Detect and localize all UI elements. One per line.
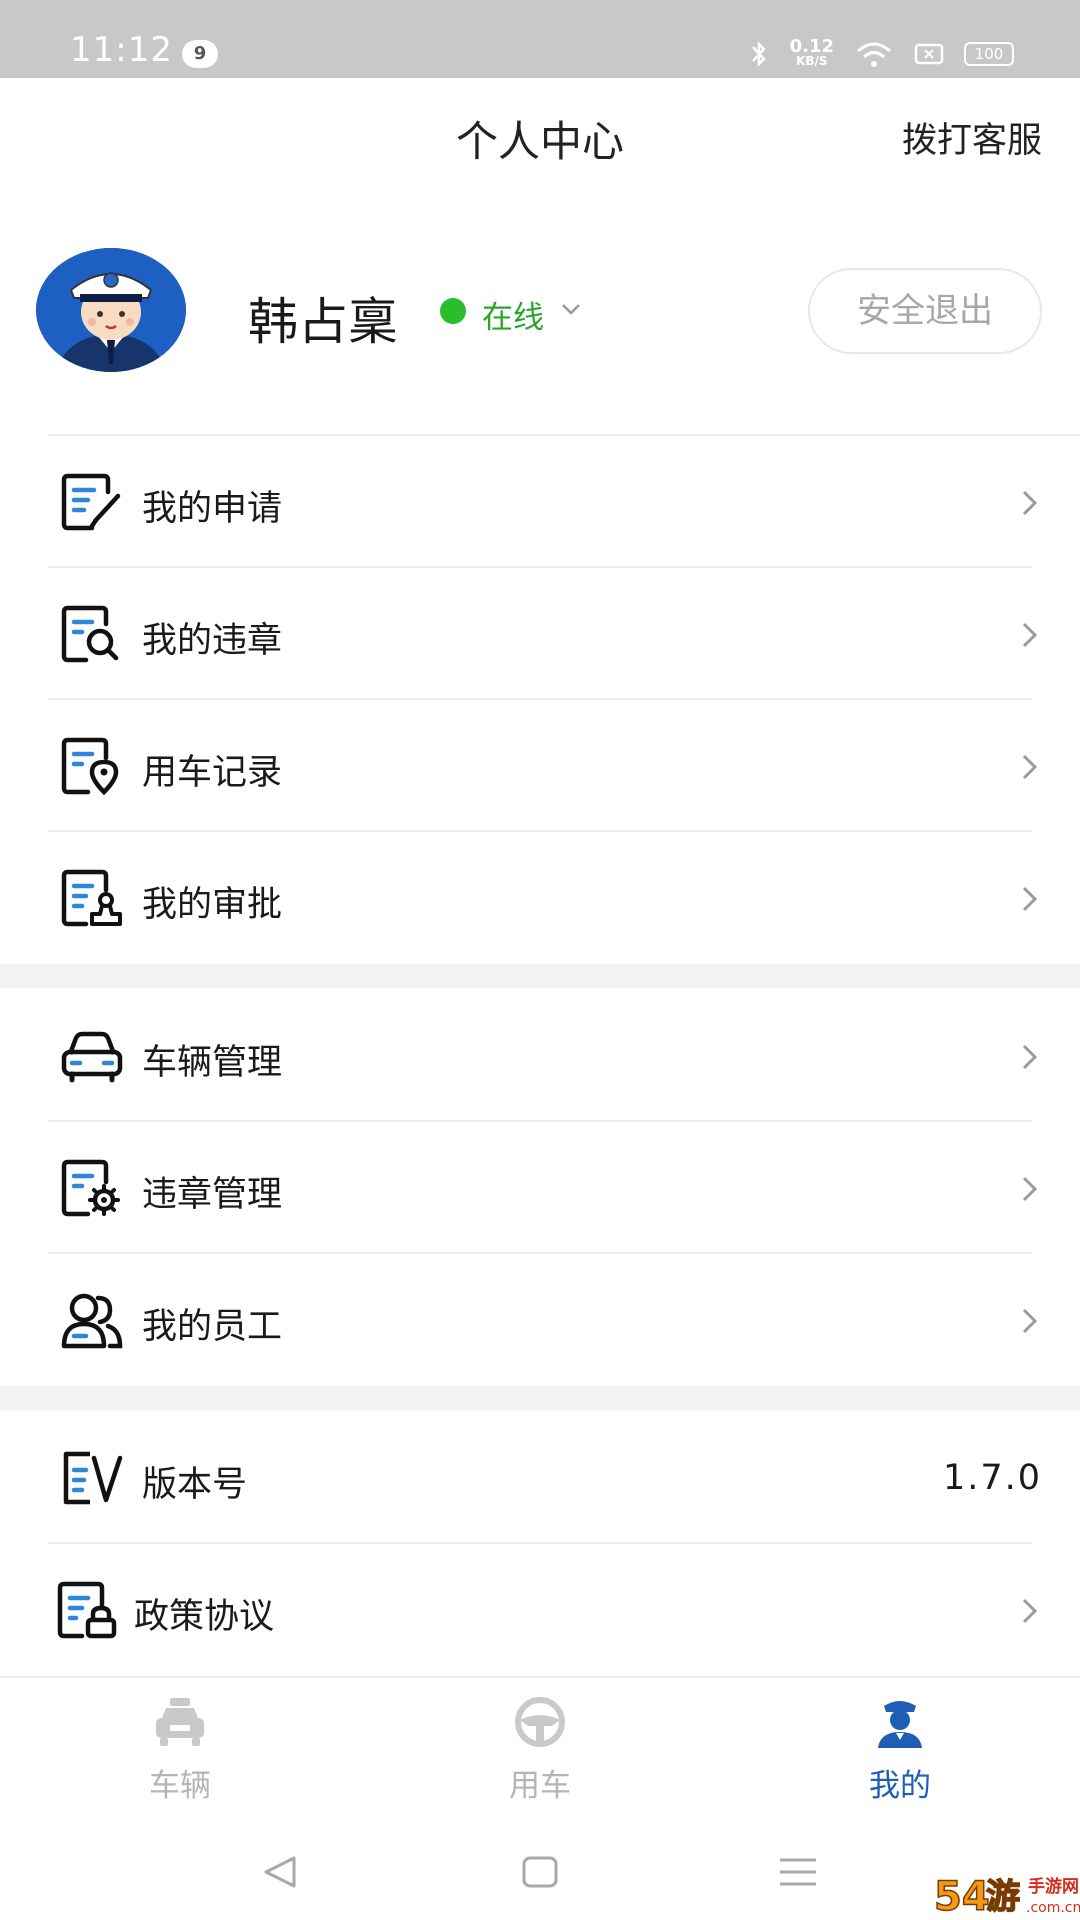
chevron-right-icon [1022, 622, 1038, 648]
menu-item-vehicle-management[interactable]: 车辆管理 [0, 990, 1080, 1122]
menu-item-label: 车辆管理 [142, 1043, 283, 1083]
section-gap [0, 1386, 1080, 1410]
battery-indicator: 100 [964, 42, 1014, 66]
notification-badge: 9 [182, 40, 218, 68]
tab-mine[interactable]: 我的 [720, 1678, 1080, 1818]
section-gap [0, 964, 1080, 988]
system-nav-bar [0, 1816, 1080, 1920]
police-avatar-icon [36, 248, 186, 372]
tab-use-vehicle[interactable]: 用车 [360, 1678, 720, 1818]
chevron-right-icon [1022, 1044, 1038, 1070]
steering-wheel-icon [515, 1697, 565, 1747]
chevron-right-icon [1022, 490, 1038, 516]
tab-label: 车辆 [149, 1768, 211, 1804]
menu-item-label: 违章管理 [142, 1175, 283, 1215]
chevron-right-icon [1022, 1308, 1038, 1334]
call-service-button[interactable]: 拨打客服 [902, 112, 1042, 163]
status-icons: 0.12 KB/S 100 [748, 32, 1014, 76]
net-speed: 0.12 KB/S [789, 36, 834, 69]
online-status-dot [440, 298, 466, 324]
menu-icon[interactable] [776, 1852, 820, 1892]
menu-item-version: 版本号 1.7.0 [0, 1412, 1080, 1544]
police-officer-icon [878, 1701, 922, 1748]
menu-item-my-applications[interactable]: 我的申请 [0, 436, 1080, 568]
svg-text:54: 54 [934, 1874, 990, 1920]
online-status-toggle[interactable]: 在线 [482, 292, 544, 337]
chevron-right-icon [1022, 754, 1038, 780]
edit-document-icon [61, 473, 121, 531]
svg-text:游: 游 [986, 1877, 1020, 1917]
menu-item-label: 政策协议 [134, 1597, 275, 1637]
tab-label: 我的 [869, 1768, 931, 1804]
chevron-right-icon [1022, 886, 1038, 912]
menu-item-label: 我的违章 [142, 621, 283, 661]
version-icon [63, 1451, 123, 1505]
svg-text:手游网: 手游网 [1028, 1876, 1079, 1897]
staff-icon [61, 1293, 123, 1349]
tab-vehicles[interactable]: 车辆 [0, 1678, 360, 1818]
bluetooth-icon [751, 40, 766, 68]
net-speed-unit: KB/S [796, 54, 828, 68]
svg-text:.com.cn: .com.cn [1026, 1900, 1080, 1916]
menu-item-my-approvals[interactable]: 我的审批 [0, 832, 1080, 964]
document-gear-icon [61, 1159, 120, 1217]
menu-item-label: 我的员工 [142, 1307, 283, 1347]
home-icon[interactable] [518, 1852, 562, 1892]
menu-item-my-violations[interactable]: 我的违章 [0, 568, 1080, 700]
document-location-icon [61, 737, 119, 796]
version-number: 1.7.0 [942, 1458, 1042, 1498]
chevron-right-icon [1022, 1176, 1038, 1202]
menu-item-violation-management[interactable]: 违章管理 [0, 1122, 1080, 1254]
document-lock-icon [57, 1581, 117, 1639]
bottom-tab-bar: 车辆 用车 我的 [0, 1676, 1080, 1816]
menu-item-vehicle-records[interactable]: 用车记录 [0, 700, 1080, 832]
menu-item-label: 我的申请 [142, 489, 283, 529]
menu-item-label: 版本号 [142, 1465, 248, 1505]
user-name: 韩占稟 [248, 293, 398, 351]
menu-item-policy-agreement[interactable]: 政策协议 [0, 1544, 1080, 1676]
menu-item-label: 我的审批 [142, 885, 283, 925]
document-stamp-icon [61, 869, 122, 927]
status-time: 11:12 [70, 30, 173, 70]
car-icon [61, 1031, 123, 1083]
sim-icon [914, 43, 944, 65]
police-car-icon [156, 1698, 204, 1746]
header: 个人中心 拨打客服 [0, 78, 1080, 188]
menu-item-label: 用车记录 [142, 753, 283, 793]
chevron-right-icon [1022, 1598, 1038, 1624]
logout-button[interactable]: 安全退出 [808, 268, 1042, 354]
wifi-icon [857, 42, 891, 67]
document-search-icon [61, 605, 119, 663]
tab-label: 用车 [509, 1768, 571, 1804]
menu-item-my-staff[interactable]: 我的员工 [0, 1254, 1080, 1386]
status-bar: 11:12 9 0.12 KB/S 100 [0, 0, 1080, 78]
watermark-logo: 54 游 手游网 .com.cn [930, 1868, 1080, 1920]
avatar[interactable] [36, 248, 186, 372]
chevron-down-icon[interactable] [558, 296, 584, 322]
back-icon[interactable] [258, 1852, 302, 1892]
net-speed-value: 0.12 [789, 36, 834, 57]
